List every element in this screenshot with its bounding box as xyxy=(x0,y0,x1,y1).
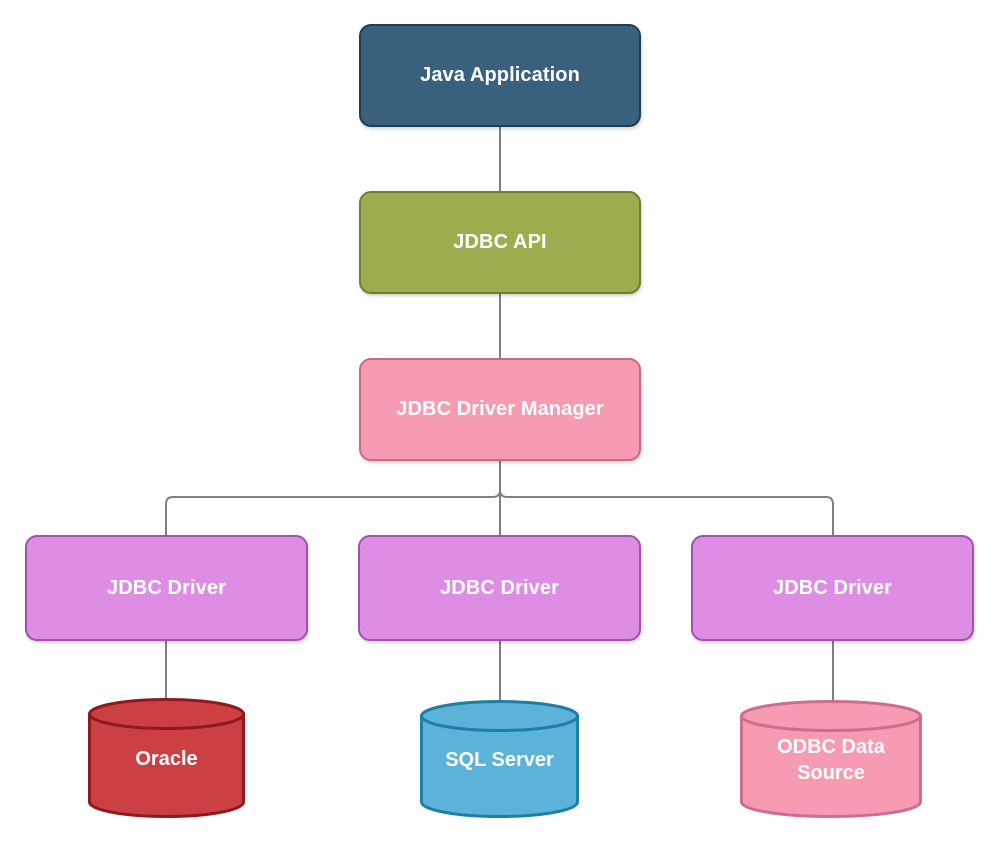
node-jdbc-driver-left[interactable]: JDBC Driver xyxy=(25,535,308,641)
node-odbc-data-source[interactable]: ODBC Data Source xyxy=(740,700,922,818)
node-java-application-label: Java Application xyxy=(420,64,580,86)
connector-manager-to-driver-left xyxy=(165,460,501,536)
node-jdbc-driver-middle-label: JDBC Driver xyxy=(440,576,559,599)
node-jdbc-driver-manager-label: JDBC Driver Manager xyxy=(396,398,604,420)
sql-server-cylinder-shape xyxy=(420,700,579,818)
node-jdbc-driver-right[interactable]: JDBC Driver xyxy=(691,535,974,641)
node-jdbc-api[interactable]: JDBC API xyxy=(359,191,641,294)
node-oracle-database[interactable]: Oracle xyxy=(88,698,245,818)
node-java-application[interactable]: Java Application xyxy=(359,24,641,127)
node-sql-server-database[interactable]: SQL Server xyxy=(420,700,579,818)
node-jdbc-driver-left-label: JDBC Driver xyxy=(107,576,226,599)
odbc-cylinder-shape xyxy=(740,700,922,818)
jdbc-architecture-diagram: Java Application JDBC API JDBC Driver Ma… xyxy=(0,0,1000,846)
node-jdbc-api-label: JDBC API xyxy=(453,231,547,253)
node-jdbc-driver-middle[interactable]: JDBC Driver xyxy=(358,535,641,641)
oracle-cylinder-shape xyxy=(88,698,245,818)
node-jdbc-driver-right-label: JDBC Driver xyxy=(773,576,892,599)
node-jdbc-driver-manager[interactable]: JDBC Driver Manager xyxy=(359,358,641,461)
connector-manager-to-driver-right xyxy=(499,460,834,536)
